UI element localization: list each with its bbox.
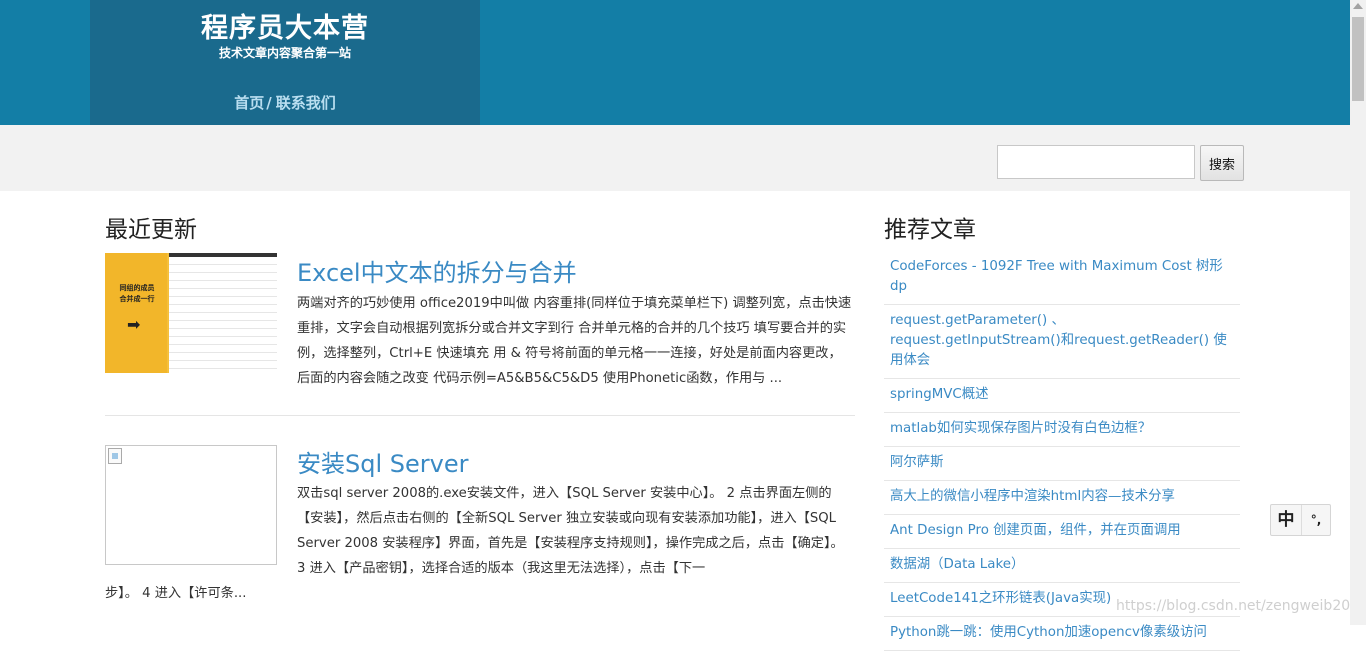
punctuation-toggle-button[interactable]: °,: [1302, 505, 1330, 535]
recommended-title: 推荐文章: [884, 217, 976, 243]
recommended-item: 高大上的微信小程序中渲染html内容—技术分享: [884, 481, 1240, 515]
thumb-caption-line2: 合并成一行: [119, 295, 155, 303]
recommended-link[interactable]: Ant Design Pro 创建页面，组件，并在页面调用: [890, 523, 1181, 538]
recommended-link[interactable]: matlab如何实现保存图片时没有白色边框？: [890, 421, 1151, 436]
post-title-link[interactable]: Excel中文本的拆分与合并: [297, 253, 577, 288]
thumb-left-panel: [105, 253, 167, 373]
spreadsheet-image: [169, 257, 277, 373]
site-title[interactable]: 程序员大本营: [90, 6, 480, 45]
recommended-item: Python跳一跳：使用Cython加速opencv像素级访问: [884, 617, 1240, 651]
nav-separator: /: [266, 94, 272, 112]
recommended-item: CodeForces - 1092F Tree with Maximum Cos…: [884, 251, 1240, 305]
language-toggle-widget: 中 °,: [1270, 504, 1331, 536]
search-button[interactable]: 搜索: [1200, 145, 1244, 181]
thumb-caption: 同组的成员 合并成一行: [109, 283, 165, 305]
scroll-up-arrow-icon[interactable]: [1353, 3, 1363, 9]
recommended-link[interactable]: request.getParameter() 、 request.getInpu…: [890, 313, 1227, 368]
recommended-link[interactable]: 高大上的微信小程序中渲染html内容—技术分享: [890, 489, 1175, 504]
post-thumbnail-excel[interactable]: 同组的成员 合并成一行 ➡: [105, 253, 277, 373]
broken-image-icon: [108, 448, 122, 464]
vertical-scrollbar[interactable]: [1350, 0, 1366, 625]
watermark-text: https://blog.csdn.net/zengweib208: [1116, 598, 1360, 614]
site-header: 程序员大本营 技术文章内容聚合第一站 首页 / 联系我们: [0, 0, 1350, 125]
nav-home-link[interactable]: 首页: [234, 94, 264, 112]
recommended-link[interactable]: springMVC概述: [890, 387, 989, 402]
post-item: 安装Sql Server 双击sql server 2008的.exe安装文件，…: [105, 416, 855, 616]
recommended-link[interactable]: 数据湖（Data Lake）: [890, 557, 1024, 572]
arrow-right-icon: ➡: [127, 315, 141, 334]
recommended-link[interactable]: Python跳一跳：使用Cython加速opencv像素级访问: [890, 625, 1207, 640]
recommended-link[interactable]: 阿尔萨斯: [890, 455, 944, 470]
recommended-link[interactable]: LeetCode141之环形链表(Java实现): [890, 591, 1111, 606]
post-excerpt: 双击sql server 2008的.exe安装文件，进入【SQL Server…: [297, 486, 844, 576]
recommended-list: CodeForces - 1092F Tree with Maximum Cos…: [884, 251, 1240, 651]
post-thumbnail-broken-image[interactable]: [105, 445, 277, 565]
recommended-item: matlab如何实现保存图片时没有白色边框？: [884, 413, 1240, 447]
recommended-item: 阿尔萨斯: [884, 447, 1240, 481]
recommended-item: springMVC概述: [884, 379, 1240, 413]
recent-updates-title: 最近更新: [105, 217, 197, 243]
post-title-link[interactable]: 安装Sql Server: [297, 444, 468, 479]
recommended-item: 数据湖（Data Lake）: [884, 549, 1240, 583]
search-bar: 搜索: [0, 125, 1350, 191]
thumb-caption-line1: 同组的成员: [119, 284, 155, 292]
recommended-item: Ant Design Pro 创建页面，组件，并在页面调用: [884, 515, 1240, 549]
main-nav: 首页 / 联系我们: [90, 92, 480, 113]
brand-box: 程序员大本营 技术文章内容聚合第一站 首页 / 联系我们: [90, 0, 480, 125]
search-input[interactable]: [997, 145, 1195, 179]
site-subtitle: 技术文章内容聚合第一站: [218, 46, 351, 60]
chinese-input-button[interactable]: 中: [1271, 505, 1302, 535]
post-excerpt-continued: 步】。 4 进入【许可条...: [105, 586, 247, 601]
nav-contact-link[interactable]: 联系我们: [276, 94, 336, 112]
scrollbar-thumb[interactable]: [1352, 17, 1364, 101]
recommended-link[interactable]: CodeForces - 1092F Tree with Maximum Cos…: [890, 259, 1223, 294]
recommended-item: request.getParameter() 、 request.getInpu…: [884, 305, 1240, 379]
post-item: 同组的成员 合并成一行 ➡ Excel中文本的拆分与合并 两端对齐的巧妙使用 o…: [105, 253, 855, 386]
post-excerpt: 两端对齐的巧妙使用 office2019中叫做 内容重排(同样位于填充菜单栏下)…: [297, 296, 852, 386]
